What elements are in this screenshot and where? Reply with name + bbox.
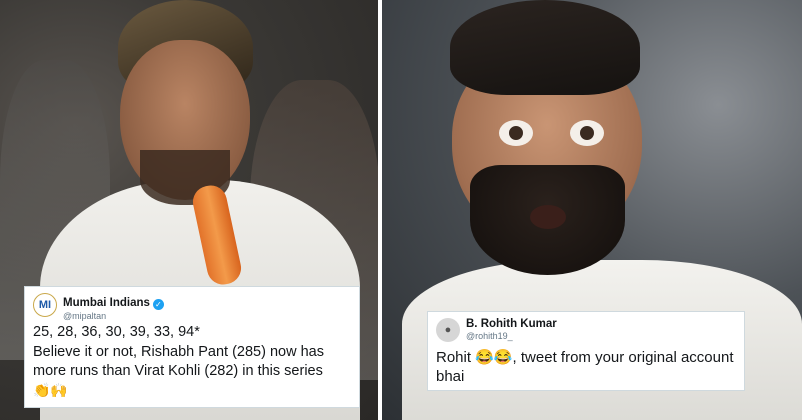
- player-eye: [499, 120, 533, 146]
- player-eye: [570, 120, 604, 146]
- tweet-card[interactable]: ● B. Rohith Kumar @rohith19_ Rohit 😂😂, t…: [427, 311, 745, 391]
- player-mouth: [530, 205, 566, 229]
- verified-badge-icon: ✓: [152, 299, 164, 310]
- author-handle[interactable]: @rohith19_: [466, 331, 557, 341]
- tweet-author: Mumbai Indians ✓ @mipaltan: [63, 293, 164, 322]
- tweet-text-start: Rohit: [436, 349, 476, 366]
- player-hair: [450, 0, 640, 95]
- avatar[interactable]: MI: [33, 293, 57, 317]
- tweet-header: ● B. Rohith Kumar @rohith19_: [436, 318, 736, 346]
- tweet-text: Rohit 😂😂, tweet from your original accou…: [436, 348, 736, 386]
- tweet-text: 25, 28, 36, 30, 39, 33, 94* Believe it o…: [33, 323, 351, 400]
- avatar[interactable]: ●: [436, 318, 460, 342]
- laughing-emoji: 😂😂: [475, 349, 513, 366]
- clap-raised-hands-emoji: 👏🙌: [33, 382, 68, 398]
- tweet-message: Believe it or not, Rishabh Pant (285) no…: [33, 344, 324, 379]
- author-name[interactable]: Mumbai Indians: [63, 297, 150, 309]
- tweet-author: B. Rohith Kumar @rohith19_: [466, 318, 557, 342]
- tweet-card[interactable]: MI Mumbai Indians ✓ @mipaltan 25, 28, 36,…: [24, 286, 360, 408]
- author-handle[interactable]: @mipaltan: [63, 311, 164, 321]
- avatar-text: MI: [38, 299, 52, 311]
- avatar-person-icon: ●: [444, 324, 452, 336]
- author-name[interactable]: B. Rohith Kumar: [466, 318, 557, 331]
- tweet-header: MI Mumbai Indians ✓ @mipaltan: [33, 293, 351, 321]
- tweet-scores-line: 25, 28, 36, 30, 39, 33, 94*: [33, 324, 200, 340]
